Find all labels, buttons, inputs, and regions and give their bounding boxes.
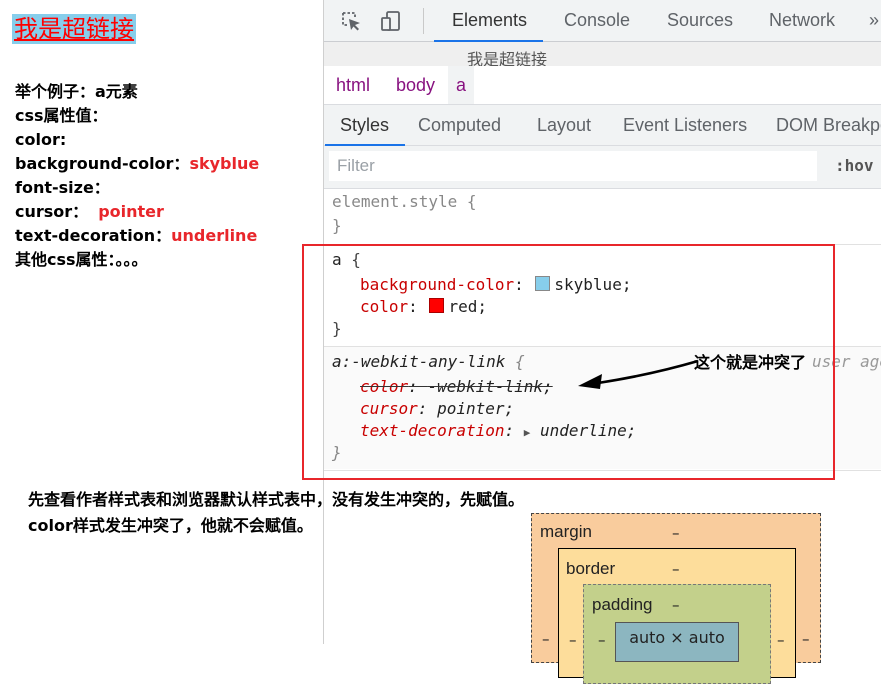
tab-network[interactable]: Network [769, 0, 835, 41]
rule-divider [324, 470, 881, 471]
bottom-notes: 先查看作者样式表和浏览器默认样式表中，没有发生冲突的，先赋值。 color样式发… [28, 487, 524, 539]
breadcrumb: html body a [324, 66, 881, 105]
rule-close: } [332, 216, 342, 235]
padding-top-value[interactable]: – [672, 596, 680, 614]
styles-filter-input[interactable] [329, 151, 817, 181]
tab-elements[interactable]: Elements [433, 0, 544, 42]
inspect-element-icon[interactable] [340, 10, 362, 32]
margin-right-value[interactable]: – [802, 630, 810, 648]
box-model-padding-label: padding [592, 595, 653, 614]
note-value: skyblue [189, 154, 260, 173]
note-value: underline [171, 226, 258, 245]
rule-selector[interactable]: a { [332, 249, 361, 271]
rule-selector: element.style { [332, 192, 477, 211]
breadcrumb-a[interactable]: a [448, 66, 475, 104]
element-tooltip: 我是超链接 [324, 42, 881, 66]
rule-source-link[interactable]: user agent stylesheet [812, 351, 881, 373]
tab-dom-breakpoints[interactable]: DOM Breakpoints [776, 105, 881, 145]
margin-left-value[interactable]: – [542, 630, 550, 648]
box-model-margin[interactable]: margin – – – border – – – padding – – au… [531, 513, 821, 684]
note-line: background-color：skyblue [15, 154, 260, 173]
note-line: color样式发生冲突了，他就不会赋值。 [28, 516, 313, 535]
note-line: cursor： pointer [15, 202, 164, 221]
note-value: pointer [98, 202, 164, 221]
declaration-color-overridden: color: -webkit-link; [360, 377, 553, 396]
box-model-content[interactable]: auto × auto [615, 622, 739, 662]
box-model-border-label: border [566, 559, 616, 578]
declaration-text-decoration: text-decoration: ▶ underline; [360, 421, 637, 440]
breadcrumb-body[interactable]: body [388, 66, 443, 104]
breadcrumb-html[interactable]: html [328, 66, 378, 104]
border-left-value[interactable]: – [569, 631, 577, 649]
element-style-rule: element.style { } [324, 189, 881, 243]
color-swatch-icon[interactable] [535, 276, 551, 291]
hov-toggle[interactable]: :hov [835, 146, 874, 186]
page-viewport: 我是超链接 举个例子：a元素 css属性值： color: background… [0, 0, 323, 644]
demo-hyperlink[interactable]: 我是超链接 [12, 14, 136, 44]
expand-triangle-icon[interactable]: ▶ [524, 426, 531, 439]
notes-list: 举个例子：a元素 css属性值： color: background-color… [15, 80, 259, 272]
more-tabs-icon[interactable]: » [869, 0, 879, 41]
rule-close: } [332, 443, 342, 462]
tab-sources[interactable]: Sources [667, 0, 733, 41]
note-line: css属性值： [15, 106, 108, 125]
styles-subtabs: Styles Computed Layout Event Listeners D… [324, 105, 881, 146]
filter-bar: :hov [324, 146, 881, 189]
color-swatch-icon[interactable] [429, 298, 445, 313]
note-line: font-size： [15, 178, 110, 197]
declaration-background-color[interactable]: background-color: skyblue; [360, 274, 631, 296]
box-model-border[interactable]: border – – – padding – – auto × auto [558, 548, 796, 684]
declaration-color[interactable]: color: red; [360, 296, 487, 318]
border-right-value[interactable]: – [777, 631, 785, 649]
note-line: 先查看作者样式表和浏览器默认样式表中，没有发生冲突的，先赋值。 [28, 490, 525, 509]
note-line: 举个例子：a元素 [15, 82, 138, 101]
note-line: text-decoration：underline [15, 226, 258, 245]
tab-styles[interactable]: Styles [324, 105, 406, 146]
padding-left-value[interactable]: – [598, 631, 606, 649]
devtools-toolbar: Elements Console Sources Network » [324, 0, 881, 42]
rule-selector: a:-webkit-any-link { [332, 352, 525, 371]
rule-close: } [332, 319, 342, 338]
box-model-padding[interactable]: padding – – auto × auto [583, 584, 771, 684]
border-top-value[interactable]: – [672, 560, 680, 578]
tab-layout[interactable]: Layout [537, 105, 591, 145]
tab-event-listeners[interactable]: Event Listeners [623, 105, 747, 145]
note-line: color: [15, 130, 67, 149]
toolbar-separator [423, 8, 424, 34]
tab-console[interactable]: Console [564, 0, 630, 41]
margin-top-value[interactable]: – [672, 524, 680, 542]
declaration-cursor: cursor: pointer; [360, 399, 515, 418]
annotation-label: 这个就是冲突了 [694, 353, 807, 372]
annotation-arrow-icon [578, 359, 699, 389]
tooltip-text: 我是超链接 [467, 50, 548, 66]
device-toggle-icon[interactable] [380, 10, 402, 32]
note-line: 其他css属性：。。。 [15, 250, 148, 269]
box-model-margin-label: margin [540, 522, 592, 541]
author-rule: a { background-color: skyblue; color: re… [324, 245, 881, 345]
tab-computed[interactable]: Computed [418, 105, 501, 145]
